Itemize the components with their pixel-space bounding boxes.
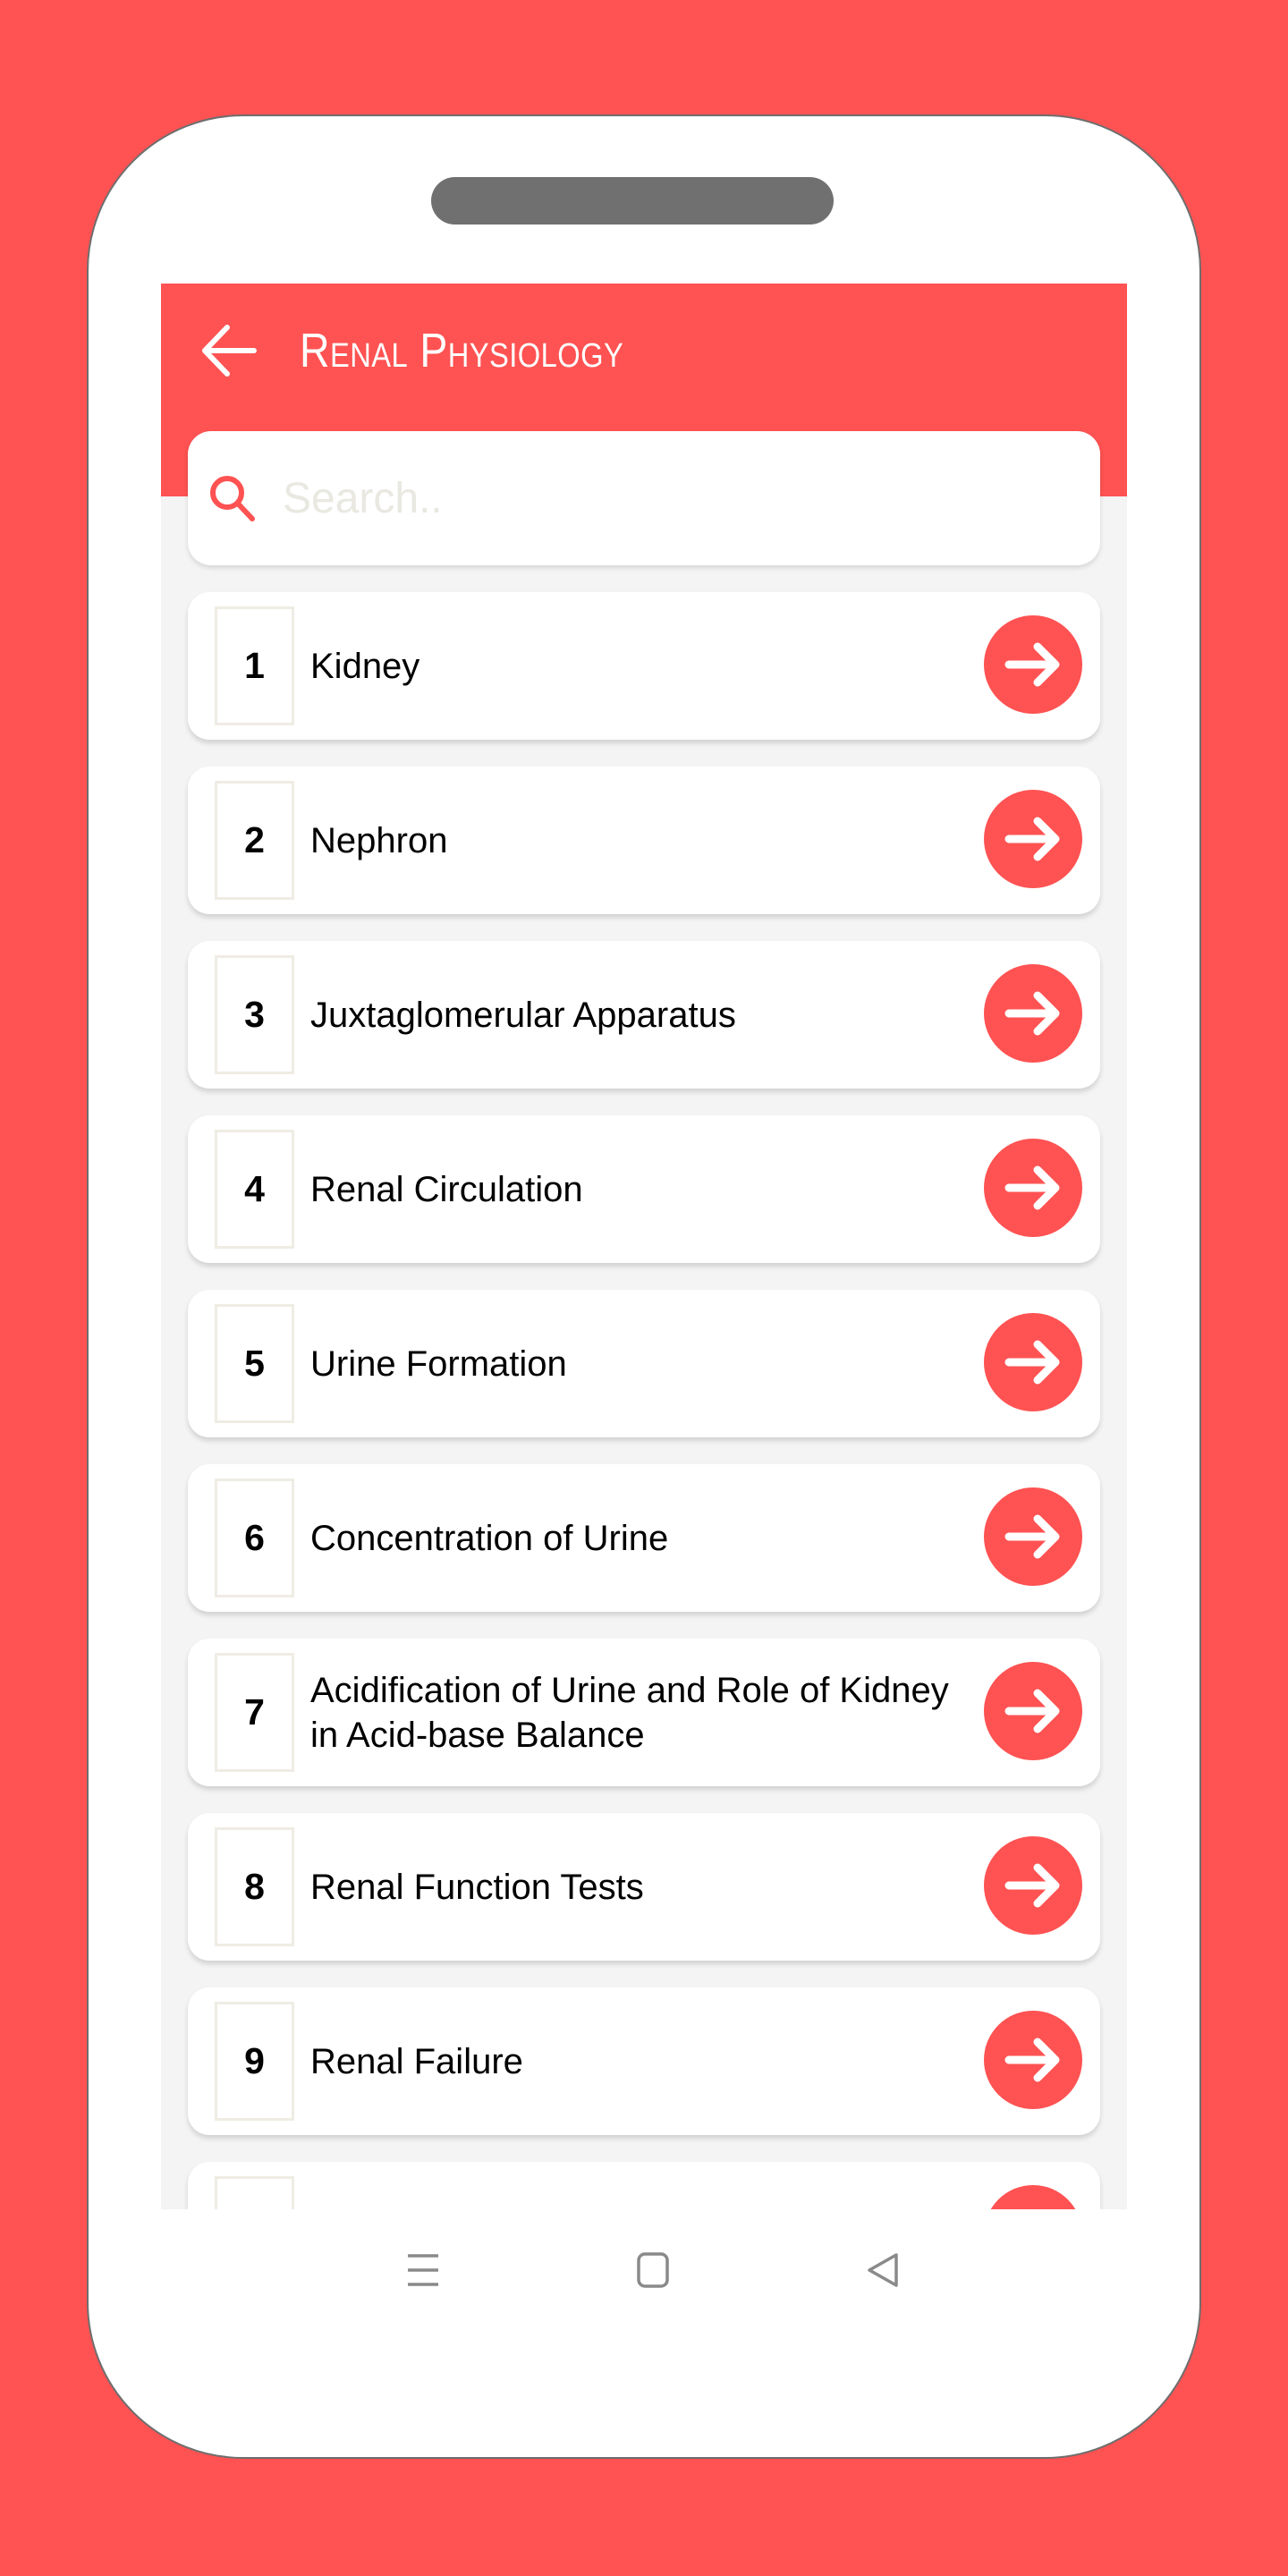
- arrow-right-icon: [1004, 1514, 1060, 1559]
- chapter-item[interactable]: 5 Urine Formation: [188, 1290, 1100, 1437]
- page-title: Renal Physiology: [300, 324, 624, 377]
- chapter-title: Juxtaglomerular Apparatus: [310, 995, 736, 1035]
- menu-lines-icon: [408, 2254, 438, 2286]
- arrow-right-icon: [1004, 1340, 1060, 1385]
- square-icon: [637, 2252, 669, 2288]
- arrow-left-icon: [202, 325, 257, 377]
- open-chapter-button[interactable]: [984, 964, 1082, 1063]
- chapter-title: [310, 2162, 972, 2209]
- chapter-number: 4: [215, 1130, 294, 1249]
- phone-speaker: [431, 177, 834, 225]
- chapter-number: 7: [215, 1653, 294, 1772]
- arrow-right-icon: [1004, 817, 1060, 861]
- chapter-number: 8: [215, 1827, 294, 1946]
- chapter-number: [215, 2176, 294, 2209]
- chapter-number: 5: [215, 1304, 294, 1423]
- chapter-item[interactable]: [188, 2162, 1100, 2209]
- chapter-title: Renal Failure: [310, 2041, 523, 2081]
- arrow-right-icon: [1004, 991, 1060, 1036]
- open-chapter-button[interactable]: [984, 1313, 1082, 1411]
- chapter-title: Nephron: [310, 820, 448, 860]
- chapter-item[interactable]: 9 Renal Failure: [188, 1987, 1100, 2135]
- chapter-item[interactable]: 7 Acidification of Urine and Role of Kidn…: [188, 1639, 1100, 1786]
- open-chapter-button[interactable]: [984, 790, 1082, 888]
- chapter-number: 1: [215, 606, 294, 725]
- chapter-number: 9: [215, 2002, 294, 2121]
- chapter-title: Renal Function Tests: [310, 1867, 644, 1907]
- open-chapter-button[interactable]: [984, 1139, 1082, 1237]
- open-chapter-button[interactable]: [984, 615, 1082, 714]
- app-screen: Renal Physiology 1 Kidney 2 Nephron 3 Juxtagl…: [161, 284, 1127, 2209]
- open-chapter-button[interactable]: [984, 1487, 1082, 1586]
- chapter-title: Urine Formation: [310, 1343, 567, 1384]
- chapter-number: 2: [215, 781, 294, 900]
- chapter-title: Acidification of Urine and Role of Kidne…: [310, 1670, 949, 1755]
- chapter-title: Renal Circulation: [310, 1169, 583, 1209]
- system-nav-bar: [161, 2209, 1127, 2326]
- open-chapter-button[interactable]: [984, 1662, 1082, 1760]
- triangle-back-icon: [868, 2253, 898, 2287]
- chapter-item[interactable]: 2 Nephron: [188, 767, 1100, 914]
- arrow-right-icon: [1004, 1863, 1060, 1908]
- open-chapter-button[interactable]: [984, 2011, 1082, 2109]
- chapter-item[interactable]: 8 Renal Function Tests: [188, 1813, 1100, 1961]
- arrow-right-icon: [1004, 642, 1060, 687]
- chapter-number: 6: [215, 1479, 294, 1597]
- chapter-item[interactable]: 4 Renal Circulation: [188, 1115, 1100, 1263]
- search-icon: [210, 476, 255, 521]
- chapter-item[interactable]: 6 Concentration of Urine: [188, 1464, 1100, 1612]
- open-chapter-button[interactable]: [984, 1836, 1082, 1935]
- arrow-right-icon: [1004, 1165, 1060, 1210]
- home-button[interactable]: [635, 2252, 671, 2288]
- open-chapter-button[interactable]: [984, 2185, 1082, 2209]
- search-input[interactable]: [281, 472, 1072, 524]
- chapter-item[interactable]: 1 Kidney: [188, 592, 1100, 740]
- arrow-right-icon: [1004, 2038, 1060, 2082]
- chapter-title: Concentration of Urine: [310, 1518, 669, 1558]
- arrow-right-icon: [1004, 1689, 1060, 1733]
- chapter-item[interactable]: 3 Juxtaglomerular Apparatus: [188, 941, 1100, 1089]
- back-nav-button[interactable]: [866, 2252, 902, 2288]
- chapter-number: 3: [215, 955, 294, 1074]
- chapter-title: Kidney: [310, 646, 420, 686]
- back-button[interactable]: [197, 321, 261, 380]
- recent-apps-button[interactable]: [405, 2252, 441, 2288]
- search-bar[interactable]: [188, 431, 1100, 565]
